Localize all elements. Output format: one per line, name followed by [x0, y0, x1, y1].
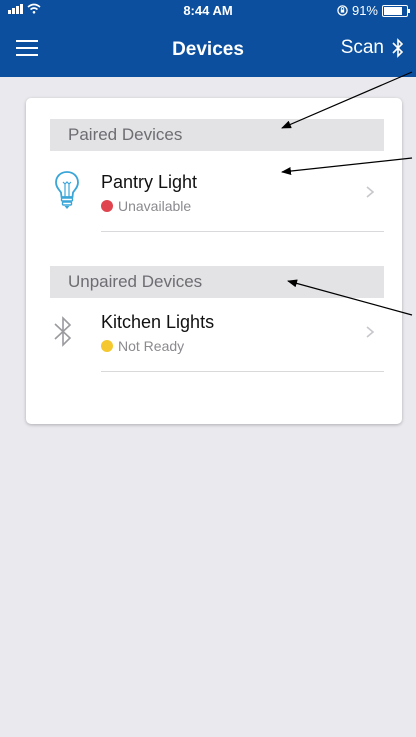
status-dot-yellow: [101, 340, 113, 352]
device-status: Not Ready: [101, 338, 184, 354]
battery-fill: [384, 6, 402, 15]
chevron-right-icon: [366, 326, 375, 338]
bluetooth-icon: [54, 316, 72, 347]
device-name: Kitchen Lights: [101, 312, 215, 332]
row-divider: [101, 231, 384, 232]
battery-icon: [382, 4, 410, 17]
lightbulb-icon: [55, 171, 79, 209]
device-status: Unavailable: [101, 198, 191, 214]
row-divider: [101, 371, 384, 372]
battery-percent: 91%: [351, 3, 378, 18]
chevron-right-icon: [366, 186, 375, 198]
device-row-kitchen-lights[interactable]: Kitchen Lights Not Ready: [26, 298, 402, 372]
section-header-paired: Paired Devices: [50, 119, 384, 151]
device-status-text: Not Ready: [118, 338, 185, 354]
device-name: Pantry Light: [101, 172, 198, 192]
device-row-pantry-light[interactable]: Pantry Light Unavailable: [26, 158, 402, 232]
scan-label: Scan: [340, 37, 384, 58]
section-header-unpaired: Unpaired Devices: [50, 266, 384, 298]
status-right: 91%: [337, 3, 410, 18]
nav-bar: Devices Scan: [0, 22, 416, 77]
status-bar: 8:44 AM 91%: [0, 0, 416, 22]
scan-button[interactable]: Scan: [341, 37, 404, 59]
status-dot-red: [101, 200, 113, 212]
devices-card: Paired Devices Pantry Light Unavailable …: [26, 98, 402, 424]
orientation-lock-icon: [337, 5, 348, 16]
bluetooth-icon: [392, 38, 404, 58]
device-status-text: Unavailable: [118, 198, 192, 214]
